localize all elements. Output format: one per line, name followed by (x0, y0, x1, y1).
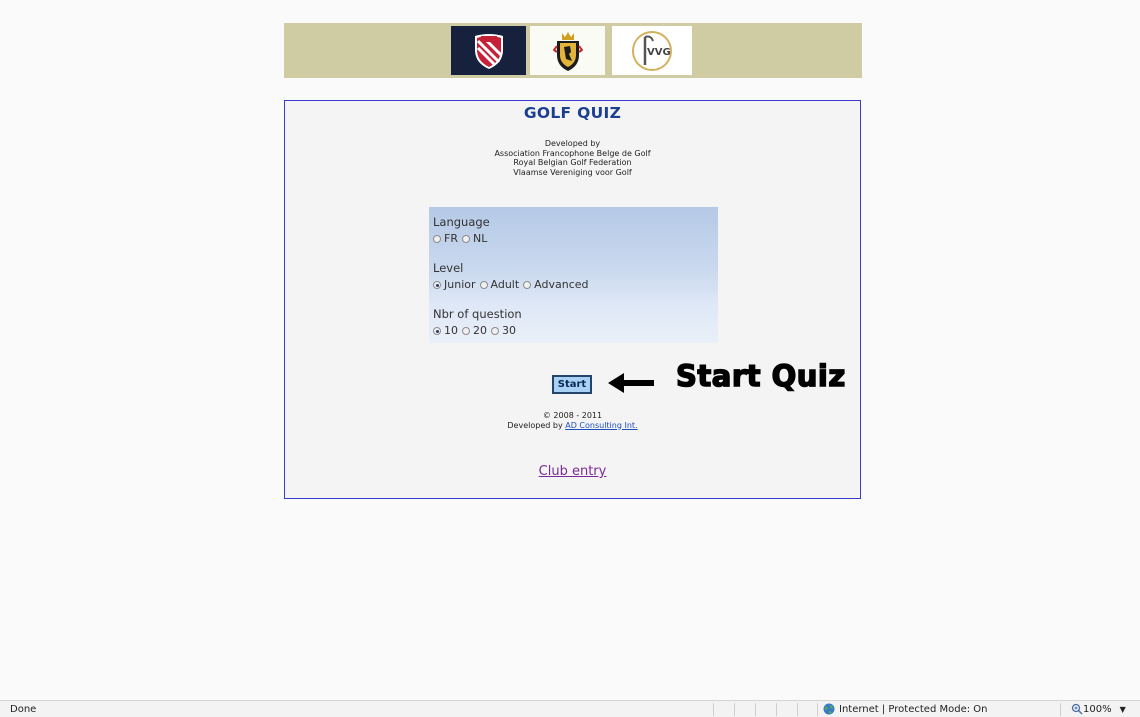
developer-prefix: Developed by (507, 420, 563, 430)
credits-line: Developed by (544, 139, 601, 148)
status-divider (776, 703, 777, 716)
radio-questions-30-label[interactable]: 30 (502, 324, 516, 338)
radio-level-advanced[interactable] (523, 281, 532, 289)
start-button[interactable]: Start (552, 375, 592, 394)
quiz-panel: GOLF QUIZ Developed by Association Franc… (284, 100, 861, 499)
level-group: Level Junior Adult Advanced (433, 261, 593, 292)
developer-link[interactable]: AD Consulting Int. (565, 421, 637, 430)
club-entry-link[interactable]: Club entry (285, 464, 860, 479)
rbgf-logo (530, 26, 605, 75)
radio-level-junior[interactable] (433, 281, 441, 289)
credits-block: Developed by Association Francophone Bel… (285, 139, 860, 177)
language-group: Language FR NL (433, 215, 491, 246)
radio-language-nl[interactable] (461, 235, 470, 243)
start-quiz-annotation: Start Quiz (675, 358, 846, 394)
status-divider (797, 703, 798, 716)
radio-level-junior-label[interactable]: Junior (444, 278, 476, 292)
arrow-left-icon (608, 373, 654, 393)
quiz-options-panel: Language FR NL Level Junior Adult Advanc… (429, 207, 718, 343)
vvg-logo-text: VVG (647, 47, 671, 58)
status-divider (755, 703, 756, 716)
radio-language-fr[interactable] (433, 235, 441, 243)
copyright-block: © 2008 - 2011 Developed by AD Consulting… (285, 411, 860, 430)
page-title: GOLF QUIZ (523, 104, 622, 122)
radio-questions-20-label[interactable]: 20 (473, 324, 487, 338)
browser-viewport: VVG GOLF QUIZ Developed by Association F… (0, 0, 1140, 717)
status-divider (817, 703, 818, 716)
globe-icon (823, 703, 835, 715)
radio-language-nl-label[interactable]: NL (473, 232, 487, 246)
chevron-down-icon[interactable]: ▼ (1120, 705, 1126, 714)
status-divider (1060, 703, 1061, 716)
language-label: Language (433, 215, 490, 229)
radio-questions-20[interactable] (462, 327, 470, 335)
security-zone[interactable]: Internet | Protected Mode: On (823, 703, 987, 715)
status-text: Done (10, 704, 37, 715)
questions-group: Nbr of question 10 20 30 (433, 307, 522, 338)
zoom-control[interactable]: 100% ▼ (1071, 703, 1126, 715)
radio-language-fr-label[interactable]: FR (444, 232, 458, 246)
radio-questions-10-label[interactable]: 10 (444, 324, 458, 338)
questions-label: Nbr of question (433, 307, 522, 321)
credits-line: Association Francophone Belge de Golf (494, 148, 651, 158)
questions-options: 10 20 30 (433, 324, 522, 338)
credits-line: Royal Belgian Golf Federation (513, 158, 632, 167)
copyright-years: © 2008 - 2011 (542, 411, 603, 420)
level-label: Level (433, 261, 464, 275)
status-divider (713, 703, 714, 716)
status-divider (734, 703, 735, 716)
radio-level-adult-label[interactable]: Adult (491, 278, 520, 292)
radio-level-advanced-label[interactable]: Advanced (534, 278, 588, 292)
zoom-icon (1071, 703, 1083, 715)
credits-line: Vlaamse Vereniging voor Golf (513, 167, 632, 177)
radio-questions-30[interactable] (491, 327, 499, 335)
header-banner: VVG (284, 23, 862, 78)
radio-level-adult[interactable] (479, 281, 488, 289)
level-options: Junior Adult Advanced (433, 278, 593, 292)
zoom-level: 100% (1083, 703, 1112, 715)
vvg-logo: VVG (612, 26, 692, 75)
afgolf-logo (451, 26, 526, 75)
developer-line: Developed by AD Consulting Int. (285, 421, 860, 431)
status-bar: Done Internet | Protected Mode: On 100% … (0, 700, 1140, 717)
security-zone-text: Internet | Protected Mode: On (839, 703, 988, 715)
language-options: FR NL (433, 232, 491, 246)
radio-questions-10[interactable] (433, 327, 441, 335)
